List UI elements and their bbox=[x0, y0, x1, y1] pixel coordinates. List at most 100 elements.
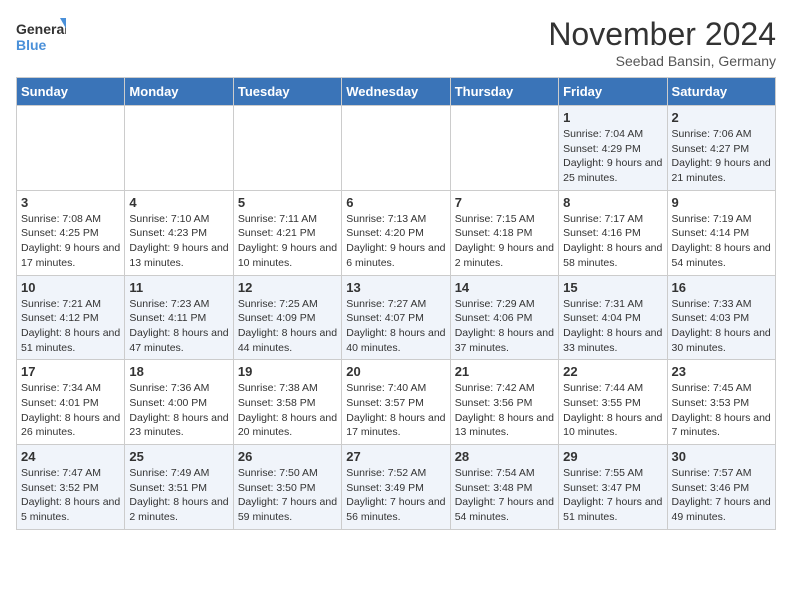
day-number: 14 bbox=[455, 280, 554, 295]
weekday-header-sunday: Sunday bbox=[17, 78, 125, 106]
day-number: 26 bbox=[238, 449, 337, 464]
day-number: 12 bbox=[238, 280, 337, 295]
day-info: Sunrise: 7:54 AM Sunset: 3:48 PM Dayligh… bbox=[455, 466, 554, 525]
day-number: 6 bbox=[346, 195, 445, 210]
day-number: 1 bbox=[563, 110, 662, 125]
day-number: 16 bbox=[672, 280, 771, 295]
day-info: Sunrise: 7:06 AM Sunset: 4:27 PM Dayligh… bbox=[672, 127, 771, 186]
calendar-cell bbox=[17, 106, 125, 191]
day-number: 7 bbox=[455, 195, 554, 210]
day-info: Sunrise: 7:45 AM Sunset: 3:53 PM Dayligh… bbox=[672, 381, 771, 440]
day-info: Sunrise: 7:44 AM Sunset: 3:55 PM Dayligh… bbox=[563, 381, 662, 440]
calendar-cell: 29Sunrise: 7:55 AM Sunset: 3:47 PM Dayli… bbox=[559, 445, 667, 530]
day-number: 3 bbox=[21, 195, 120, 210]
day-number: 23 bbox=[672, 364, 771, 379]
calendar-cell: 1 Sunrise: 7:04 AM Sunset: 4:29 PM Daylig… bbox=[559, 106, 667, 191]
calendar-cell: 25 Sunrise: 7:49 AM Sunset: 3:51 PM Dayli… bbox=[125, 445, 233, 530]
calendar-cell: 24 Sunrise: 7:47 AM Sunset: 3:52 PM Dayli… bbox=[17, 445, 125, 530]
day-number: 8 bbox=[563, 195, 662, 210]
calendar-week-3: 10 Sunrise: 7:21 AM Sunset: 4:12 PM Dayli… bbox=[17, 275, 776, 360]
day-number: 30 bbox=[672, 449, 771, 464]
calendar-cell: 8 Sunrise: 7:17 AM Sunset: 4:16 PM Daylig… bbox=[559, 190, 667, 275]
day-info: Sunrise: 7:27 AM Sunset: 4:07 PM Dayligh… bbox=[346, 297, 445, 356]
weekday-header-wednesday: Wednesday bbox=[342, 78, 450, 106]
calendar-cell: 3Sunrise: 7:08 AM Sunset: 4:25 PM Daylig… bbox=[17, 190, 125, 275]
calendar-cell: 9Sunrise: 7:19 AM Sunset: 4:14 PM Daylig… bbox=[667, 190, 775, 275]
day-info: Sunrise: 7:11 AM Sunset: 4:21 PM Dayligh… bbox=[238, 212, 337, 271]
weekday-header-saturday: Saturday bbox=[667, 78, 775, 106]
calendar-cell: 19 Sunrise: 7:38 AM Sunset: 3:58 PM Dayli… bbox=[233, 360, 341, 445]
calendar-cell: 13 Sunrise: 7:27 AM Sunset: 4:07 PM Dayli… bbox=[342, 275, 450, 360]
calendar-cell: 6 Sunrise: 7:13 AM Sunset: 4:20 PM Daylig… bbox=[342, 190, 450, 275]
day-info: Sunrise: 7:13 AM Sunset: 4:20 PM Dayligh… bbox=[346, 212, 445, 271]
day-info: Sunrise: 7:23 AM Sunset: 4:11 PM Dayligh… bbox=[129, 297, 228, 356]
calendar-cell: 23 Sunrise: 7:45 AM Sunset: 3:53 PM Dayli… bbox=[667, 360, 775, 445]
day-info: Sunrise: 7:50 AM Sunset: 3:50 PM Dayligh… bbox=[238, 466, 337, 525]
day-number: 28 bbox=[455, 449, 554, 464]
day-info: Sunrise: 7:17 AM Sunset: 4:16 PM Dayligh… bbox=[563, 212, 662, 271]
day-info: Sunrise: 7:49 AM Sunset: 3:51 PM Dayligh… bbox=[129, 466, 228, 525]
title-block: November 2024 Seebad Bansin, Germany bbox=[548, 16, 776, 69]
day-number: 17 bbox=[21, 364, 120, 379]
subtitle: Seebad Bansin, Germany bbox=[548, 53, 776, 69]
day-info: Sunrise: 7:31 AM Sunset: 4:04 PM Dayligh… bbox=[563, 297, 662, 356]
calendar-cell: 22Sunrise: 7:44 AM Sunset: 3:55 PM Dayli… bbox=[559, 360, 667, 445]
calendar-cell: 20 Sunrise: 7:40 AM Sunset: 3:57 PM Dayli… bbox=[342, 360, 450, 445]
day-number: 18 bbox=[129, 364, 228, 379]
day-info: Sunrise: 7:38 AM Sunset: 3:58 PM Dayligh… bbox=[238, 381, 337, 440]
calendar-cell: 5 Sunrise: 7:11 AM Sunset: 4:21 PM Daylig… bbox=[233, 190, 341, 275]
calendar-cell: 17Sunrise: 7:34 AM Sunset: 4:01 PM Dayli… bbox=[17, 360, 125, 445]
calendar-cell: 12 Sunrise: 7:25 AM Sunset: 4:09 PM Dayli… bbox=[233, 275, 341, 360]
day-info: Sunrise: 7:29 AM Sunset: 4:06 PM Dayligh… bbox=[455, 297, 554, 356]
calendar-cell: 4Sunrise: 7:10 AM Sunset: 4:23 PM Daylig… bbox=[125, 190, 233, 275]
calendar-cell bbox=[342, 106, 450, 191]
calendar-cell: 10 Sunrise: 7:21 AM Sunset: 4:12 PM Dayli… bbox=[17, 275, 125, 360]
calendar-cell: 26 Sunrise: 7:50 AM Sunset: 3:50 PM Dayli… bbox=[233, 445, 341, 530]
calendar-cell: 14 Sunrise: 7:29 AM Sunset: 4:06 PM Dayli… bbox=[450, 275, 558, 360]
page-header: General Blue November 2024 Seebad Bansin… bbox=[16, 16, 776, 69]
weekday-header-friday: Friday bbox=[559, 78, 667, 106]
day-number: 27 bbox=[346, 449, 445, 464]
day-info: Sunrise: 7:25 AM Sunset: 4:09 PM Dayligh… bbox=[238, 297, 337, 356]
day-info: Sunrise: 7:47 AM Sunset: 3:52 PM Dayligh… bbox=[21, 466, 120, 525]
day-info: Sunrise: 7:21 AM Sunset: 4:12 PM Dayligh… bbox=[21, 297, 120, 356]
day-number: 20 bbox=[346, 364, 445, 379]
day-info: Sunrise: 7:57 AM Sunset: 3:46 PM Dayligh… bbox=[672, 466, 771, 525]
day-number: 5 bbox=[238, 195, 337, 210]
calendar-cell: 16Sunrise: 7:33 AM Sunset: 4:03 PM Dayli… bbox=[667, 275, 775, 360]
calendar-cell bbox=[233, 106, 341, 191]
logo-svg: General Blue bbox=[16, 16, 66, 60]
calendar-cell: 11 Sunrise: 7:23 AM Sunset: 4:11 PM Dayli… bbox=[125, 275, 233, 360]
day-number: 11 bbox=[129, 280, 228, 295]
calendar-table: SundayMondayTuesdayWednesdayThursdayFrid… bbox=[16, 77, 776, 530]
day-number: 24 bbox=[21, 449, 120, 464]
day-info: Sunrise: 7:04 AM Sunset: 4:29 PM Dayligh… bbox=[563, 127, 662, 186]
weekday-header-tuesday: Tuesday bbox=[233, 78, 341, 106]
day-info: Sunrise: 7:19 AM Sunset: 4:14 PM Dayligh… bbox=[672, 212, 771, 271]
calendar-cell bbox=[450, 106, 558, 191]
calendar-cell: 21Sunrise: 7:42 AM Sunset: 3:56 PM Dayli… bbox=[450, 360, 558, 445]
day-info: Sunrise: 7:52 AM Sunset: 3:49 PM Dayligh… bbox=[346, 466, 445, 525]
day-info: Sunrise: 7:15 AM Sunset: 4:18 PM Dayligh… bbox=[455, 212, 554, 271]
logo: General Blue bbox=[16, 16, 66, 60]
calendar-cell bbox=[125, 106, 233, 191]
day-number: 25 bbox=[129, 449, 228, 464]
calendar-week-5: 24 Sunrise: 7:47 AM Sunset: 3:52 PM Dayli… bbox=[17, 445, 776, 530]
day-number: 2 bbox=[672, 110, 771, 125]
calendar-cell: 18 Sunrise: 7:36 AM Sunset: 4:00 PM Dayli… bbox=[125, 360, 233, 445]
day-info: Sunrise: 7:40 AM Sunset: 3:57 PM Dayligh… bbox=[346, 381, 445, 440]
calendar-week-4: 17Sunrise: 7:34 AM Sunset: 4:01 PM Dayli… bbox=[17, 360, 776, 445]
weekday-header-monday: Monday bbox=[125, 78, 233, 106]
svg-text:General: General bbox=[16, 21, 66, 37]
day-number: 15 bbox=[563, 280, 662, 295]
day-number: 4 bbox=[129, 195, 228, 210]
day-number: 19 bbox=[238, 364, 337, 379]
day-number: 13 bbox=[346, 280, 445, 295]
calendar-week-2: 3Sunrise: 7:08 AM Sunset: 4:25 PM Daylig… bbox=[17, 190, 776, 275]
day-number: 10 bbox=[21, 280, 120, 295]
calendar-cell: 30 Sunrise: 7:57 AM Sunset: 3:46 PM Dayli… bbox=[667, 445, 775, 530]
day-info: Sunrise: 7:55 AM Sunset: 3:47 PM Dayligh… bbox=[563, 466, 662, 525]
calendar-week-1: 1 Sunrise: 7:04 AM Sunset: 4:29 PM Daylig… bbox=[17, 106, 776, 191]
day-info: Sunrise: 7:36 AM Sunset: 4:00 PM Dayligh… bbox=[129, 381, 228, 440]
day-number: 21 bbox=[455, 364, 554, 379]
